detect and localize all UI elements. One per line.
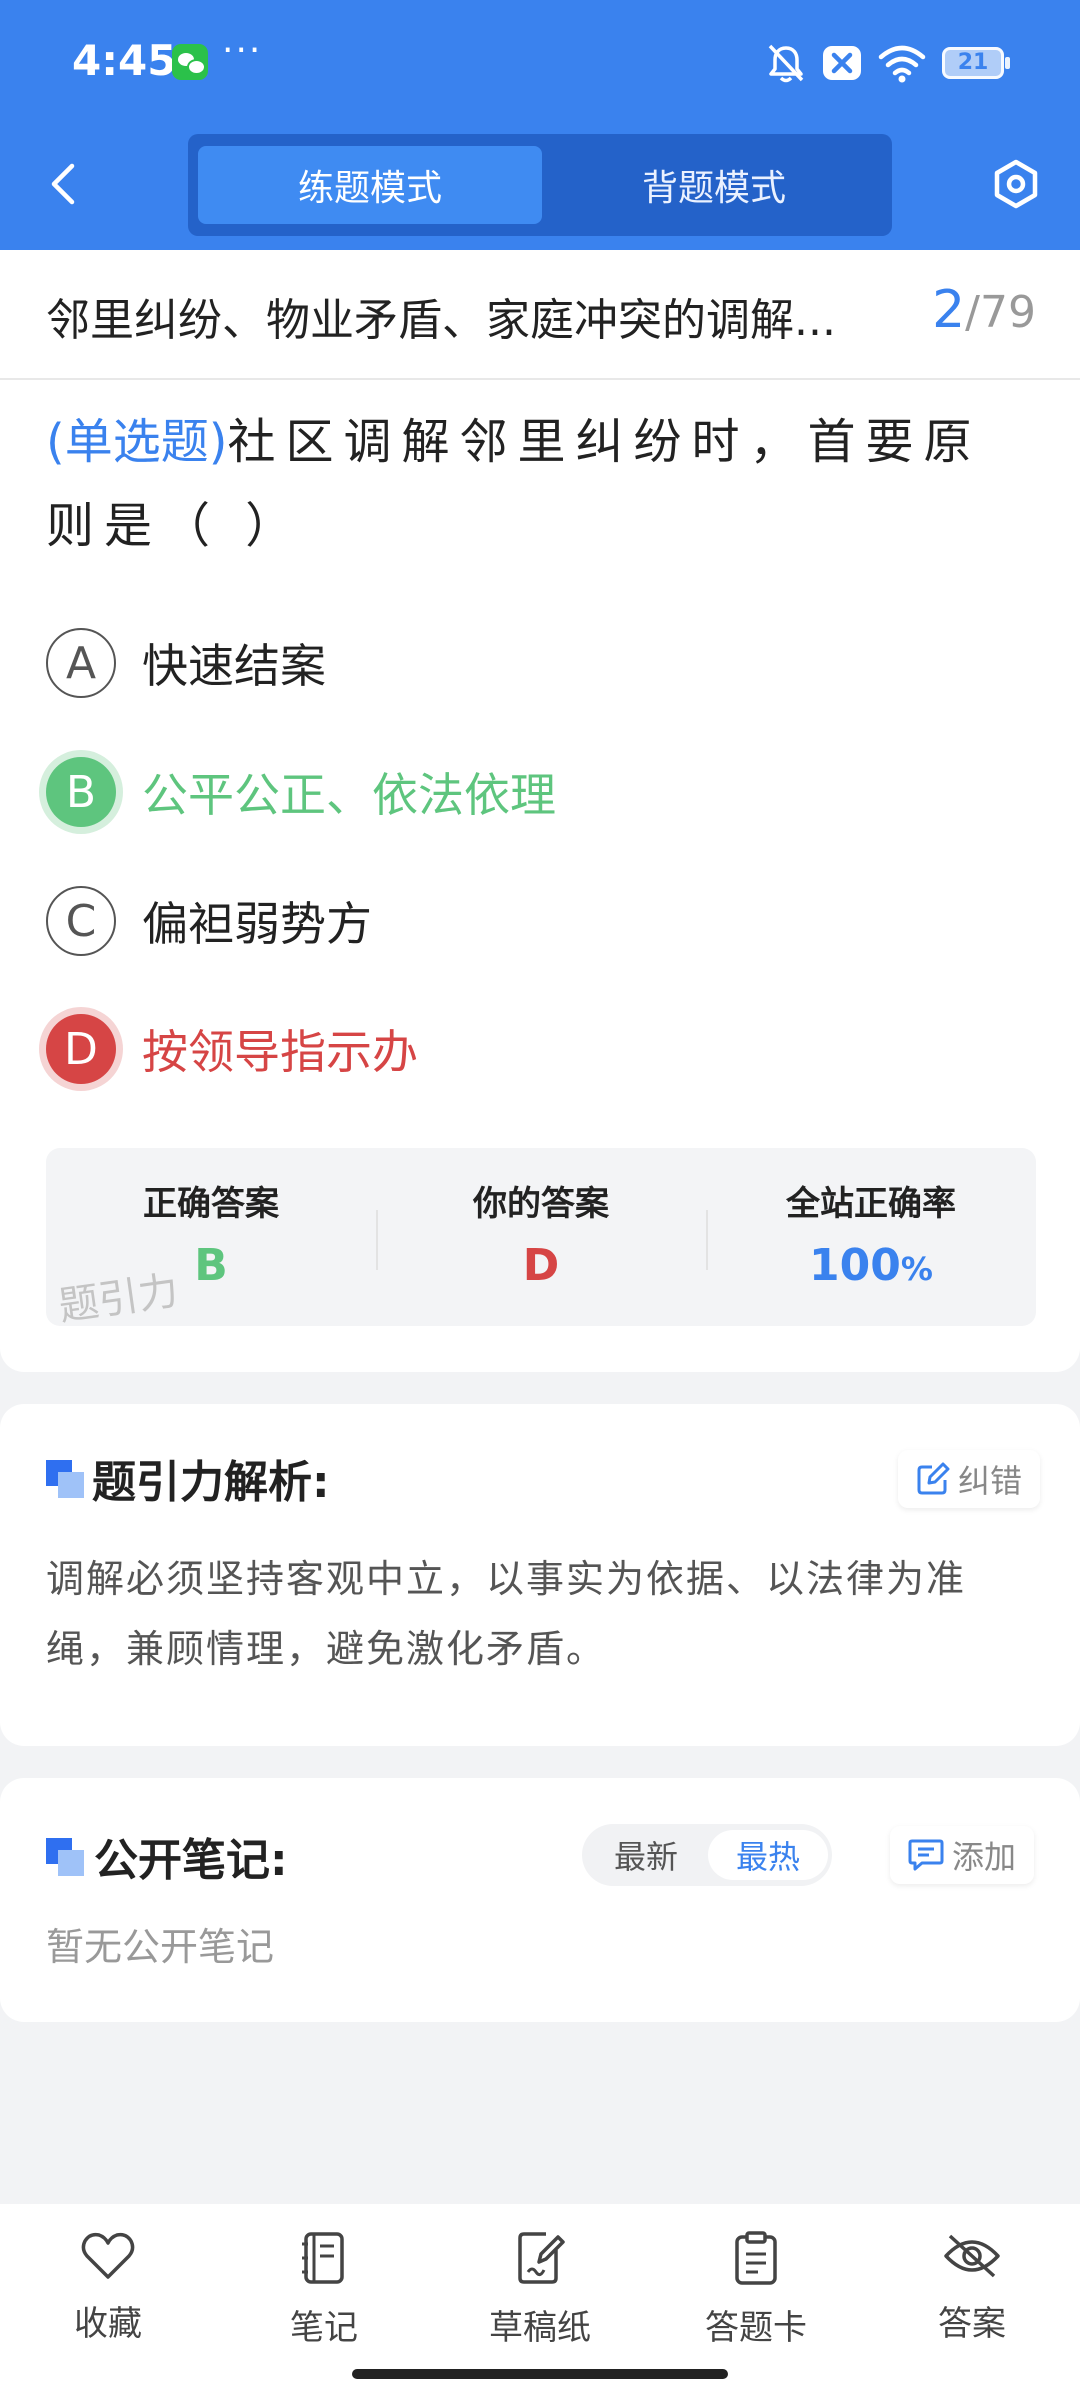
- heart-icon: [81, 2232, 135, 2279]
- mode-switch: 练题模式 背题模式: [188, 134, 892, 236]
- battery-icon: 21: [942, 47, 1010, 79]
- status-time: 4:45: [72, 36, 177, 85]
- wechat-notification-icon: [172, 44, 208, 80]
- wifi-icon: [878, 45, 926, 83]
- counter-separator: /: [965, 287, 980, 338]
- draft-paper-label: 草稿纸: [489, 2308, 591, 2348]
- question-counter[interactable]: 2/79: [932, 280, 1036, 340]
- analysis-text: 调解必须坚持客观中立，以事实为依据、以法律为准绳，兼顾情理，避免激化矛盾。: [46, 1557, 967, 1671]
- analysis-title: 题引力解析:: [92, 1457, 330, 1508]
- back-arrow-icon[interactable]: [44, 160, 84, 208]
- chapter-title: 邻里纠纷、物业矛盾、家庭冲突的调解...: [46, 295, 836, 346]
- total-question-count: 79: [980, 287, 1036, 338]
- option-text: 按领导指示办: [142, 1025, 418, 1079]
- section-square-icon: [46, 1838, 84, 1876]
- question-title-row: 邻里纠纷、物业矛盾、家庭冲突的调解... 2/79: [0, 250, 1080, 380]
- eye-off-icon: [944, 2234, 1000, 2278]
- show-answer-label: 答案: [938, 2304, 1006, 2344]
- favorite-label: 收藏: [74, 2304, 142, 2344]
- draft-paper-button[interactable]: 草稿纸: [460, 2230, 620, 2349]
- tab-memorize-mode[interactable]: 背题模式: [542, 146, 886, 224]
- notes-label: 笔记: [290, 2308, 358, 2348]
- comment-icon: [908, 1839, 944, 1871]
- option-letter: C: [46, 886, 116, 956]
- status-bar: 4:45 ··· 21: [0, 0, 1080, 125]
- home-indicator[interactable]: [352, 2369, 728, 2379]
- option-letter: D: [46, 1014, 116, 1084]
- tab-practice-mode[interactable]: 练题模式: [198, 146, 542, 224]
- accuracy-number: 100: [809, 1240, 901, 1291]
- option-letter: A: [46, 628, 116, 698]
- question-stem: (单选题)社区调解邻里纠纷时，首要原则是（ ）: [46, 400, 1036, 568]
- battery-level: 21: [957, 50, 989, 75]
- report-error-button[interactable]: 纠错: [898, 1450, 1041, 1508]
- sort-newest[interactable]: 最新: [586, 1830, 706, 1880]
- question-card: 邻里纠纷、物业矛盾、家庭冲突的调解... 2/79 (单选题)社区调解邻里纠纷时…: [0, 250, 1080, 1372]
- notes-title: 公开笔记:: [94, 1835, 288, 1886]
- answer-sheet-icon: [735, 2231, 777, 2285]
- option-d[interactable]: D 按领导指示办: [46, 1014, 418, 1084]
- question-type: (单选题): [46, 414, 228, 470]
- current-question-number: 2: [932, 280, 966, 340]
- report-error-label: 纠错: [958, 1462, 1023, 1500]
- option-text: 偏袒弱势方: [142, 897, 372, 951]
- your-answer-value: D: [522, 1240, 560, 1291]
- public-notes-card: 公开笔记: 最新 最热 添加 暂无公开笔记: [0, 1778, 1080, 2022]
- accuracy-unit: %: [900, 1250, 933, 1288]
- option-c[interactable]: C 偏袒弱势方: [46, 886, 372, 956]
- sort-hottest[interactable]: 最热: [708, 1830, 828, 1880]
- answer-sheet-button[interactable]: 答题卡: [676, 2230, 836, 2349]
- show-answer-button[interactable]: 答案: [892, 2230, 1052, 2345]
- correct-answer-label: 正确答案: [143, 1184, 279, 1224]
- favorite-button[interactable]: 收藏: [28, 2230, 188, 2345]
- answer-summary: 正确答案 B 你的答案 D 全站正确率 100% 题引力: [46, 1148, 1036, 1330]
- option-b[interactable]: B 公平公正、依法依理: [46, 757, 556, 827]
- answer-sheet-label: 答题卡: [705, 2308, 807, 2348]
- notes-sort-toggle: 最新 最热: [582, 1824, 832, 1886]
- close-app-icon: [823, 46, 861, 80]
- more-notifications-icon: ···: [222, 30, 263, 71]
- add-note-label: 添加: [952, 1838, 1017, 1876]
- site-accuracy-label: 全站正确率: [786, 1184, 956, 1224]
- site-accuracy-column: 全站正确率 100%: [706, 1148, 1036, 1326]
- edit-icon: [917, 1462, 950, 1495]
- site-accuracy-value: 100%: [706, 1240, 1036, 1291]
- draft-paper-icon: [518, 2232, 565, 2284]
- add-note-button[interactable]: 添加: [890, 1826, 1035, 1884]
- settings-hexagon-icon[interactable]: [990, 158, 1042, 210]
- section-square-icon: [46, 1460, 84, 1498]
- notes-button[interactable]: 笔记: [244, 2230, 404, 2349]
- option-text: 公平公正、依法依理: [142, 768, 556, 822]
- option-text: 快速结案: [142, 639, 326, 693]
- notebook-icon: [302, 2232, 344, 2284]
- notes-empty-state: 暂无公开笔记: [46, 1925, 275, 1969]
- analysis-card: 题引力解析: 纠错 调解必须坚持客观中立，以事实为依据、以法律为准绳，兼顾情理，…: [0, 1404, 1080, 1746]
- option-letter: B: [46, 757, 116, 827]
- option-a[interactable]: A 快速结案: [46, 628, 326, 698]
- app-header: 4:45 ··· 21 练题模式 背题模式: [0, 0, 1080, 250]
- your-answer-label: 你的答案: [473, 1184, 609, 1224]
- status-icons: 21: [766, 38, 1010, 88]
- bell-off-icon: [768, 44, 804, 83]
- your-answer-column: 你的答案 D: [376, 1148, 706, 1326]
